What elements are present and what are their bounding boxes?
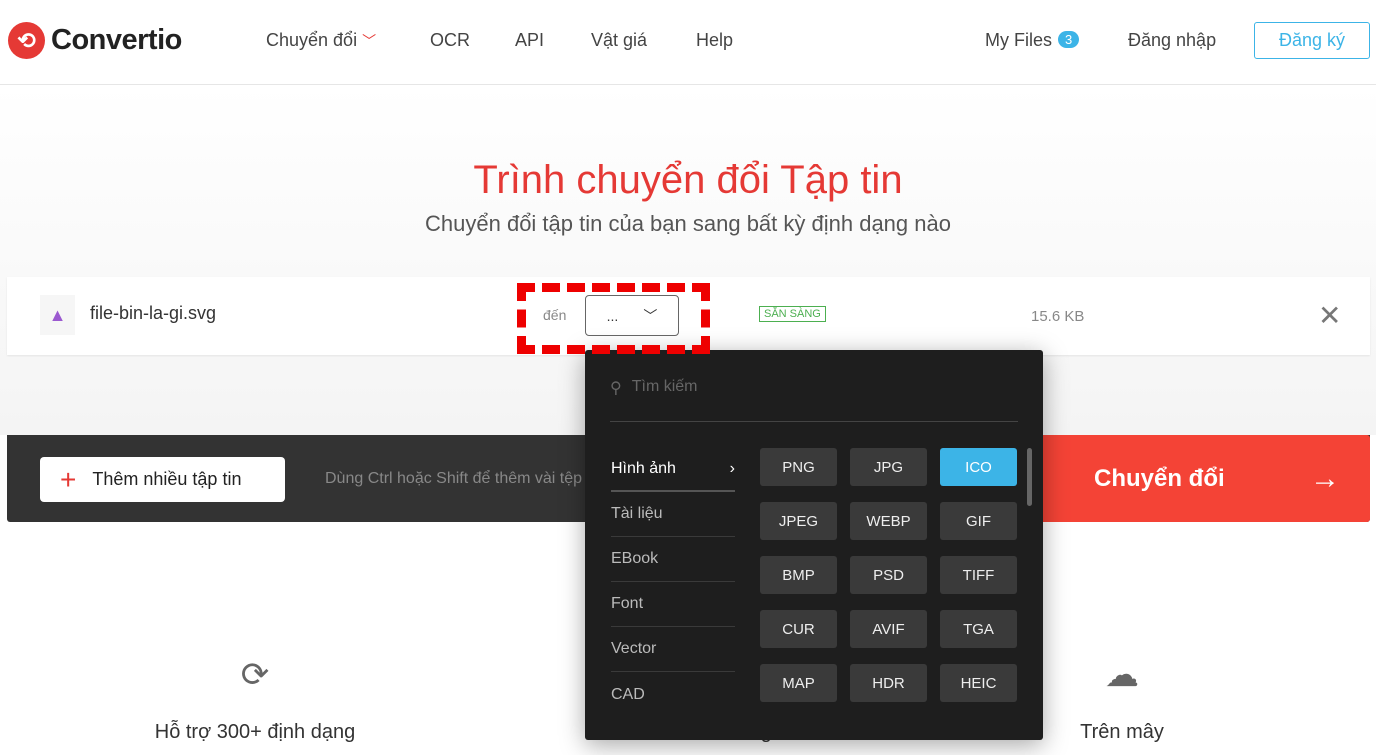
format-option-hdr[interactable]: HDR: [850, 664, 927, 702]
logo-icon: ⟲: [8, 22, 45, 59]
format-option-avif[interactable]: AVIF: [850, 610, 927, 648]
page-title: Trình chuyển đổi Tập tin: [473, 158, 903, 202]
category-ebook[interactable]: EBook: [611, 537, 735, 582]
remove-file-icon[interactable]: ✕: [1318, 299, 1341, 332]
format-option-tiff[interactable]: TIFF: [940, 556, 1017, 594]
format-option-cur[interactable]: CUR: [760, 610, 837, 648]
format-option-heic[interactable]: HEIC: [940, 664, 1017, 702]
category-vector[interactable]: Vector: [611, 627, 735, 672]
my-files-link[interactable]: My Files 3: [985, 30, 1080, 51]
nav-help[interactable]: Help: [696, 30, 733, 51]
arrow-right-icon: →: [1310, 461, 1340, 495]
format-option-gif[interactable]: GIF: [940, 502, 1017, 540]
format-option-png[interactable]: PNG: [760, 448, 837, 486]
convert-button[interactable]: Chuyển đổi →: [1040, 435, 1370, 522]
format-option-tga[interactable]: TGA: [940, 610, 1017, 648]
highlight-annotation: [517, 283, 710, 354]
category-cad[interactable]: CAD: [611, 672, 735, 717]
feature-formats: ⟳ Hỗ trợ 300+ định dạng: [125, 655, 385, 744]
format-option-webp[interactable]: WEBP: [850, 502, 927, 540]
signup-button[interactable]: Đăng ký: [1254, 22, 1370, 59]
search-icon: ⚲: [610, 380, 622, 397]
format-grid: PNG JPG ICO JPEG WEBP GIF BMP PSD TIFF CUR AVIF TGA…: [760, 448, 1017, 702]
nav-ocr[interactable]: OCR: [430, 30, 470, 51]
image-file-icon: ▲: [40, 295, 75, 335]
login-link[interactable]: Đăng nhập: [1128, 30, 1216, 51]
status-badge: SẴN SÀNG: [759, 306, 826, 322]
format-option-ico[interactable]: ICO: [940, 448, 1017, 486]
nav-api[interactable]: API: [515, 30, 544, 51]
refresh-icon: ⟳: [240, 656, 270, 694]
nav-convert[interactable]: Chuyển đổi ﹀: [266, 30, 376, 51]
search-field[interactable]: ⚲ Tìm kiếm: [610, 378, 1018, 422]
files-count-badge: 3: [1058, 31, 1080, 48]
format-option-jpeg[interactable]: JPEG: [760, 502, 837, 540]
header: ⟲ Convertio Chuyển đổi ﹀ OCR API Vật giá…: [0, 0, 1376, 85]
format-option-jpg[interactable]: JPG: [850, 448, 927, 486]
search-input[interactable]: Tìm kiếm: [632, 378, 698, 396]
logo[interactable]: ⟲ Convertio: [8, 22, 182, 59]
chevron-right-icon: ›: [729, 459, 735, 477]
format-option-psd[interactable]: PSD: [850, 556, 927, 594]
format-option-bmp[interactable]: BMP: [760, 556, 837, 594]
file-size: 15.6 KB: [1031, 308, 1085, 325]
plus-icon: +: [60, 463, 77, 495]
format-dropdown: ⚲ Tìm kiếm Hình ảnh › Tài liệu EBook Font …: [585, 350, 1043, 740]
logo-text: Convertio: [51, 24, 182, 56]
chevron-down-icon: ﹀: [362, 33, 377, 49]
format-option-map[interactable]: MAP: [760, 664, 837, 702]
category-font[interactable]: Font: [611, 582, 735, 627]
category-document[interactable]: Tài liệu: [611, 492, 735, 537]
scrollbar[interactable]: [1027, 448, 1032, 506]
file-name: file-bin-la-gi.svg: [90, 303, 217, 323]
hint-text: Dùng Ctrl hoặc Shift để thêm vài tệp: [325, 470, 583, 487]
category-image[interactable]: Hình ảnh ›: [611, 447, 735, 492]
page-subtitle: Chuyển đổi tập tin của bạn sang bất kỳ đ…: [425, 211, 951, 236]
add-files-button[interactable]: + Thêm nhiều tập tin: [40, 457, 285, 502]
nav-pricing[interactable]: Vật giá: [591, 30, 647, 51]
category-list: Hình ảnh › Tài liệu EBook Font Vector CAD: [611, 447, 735, 717]
